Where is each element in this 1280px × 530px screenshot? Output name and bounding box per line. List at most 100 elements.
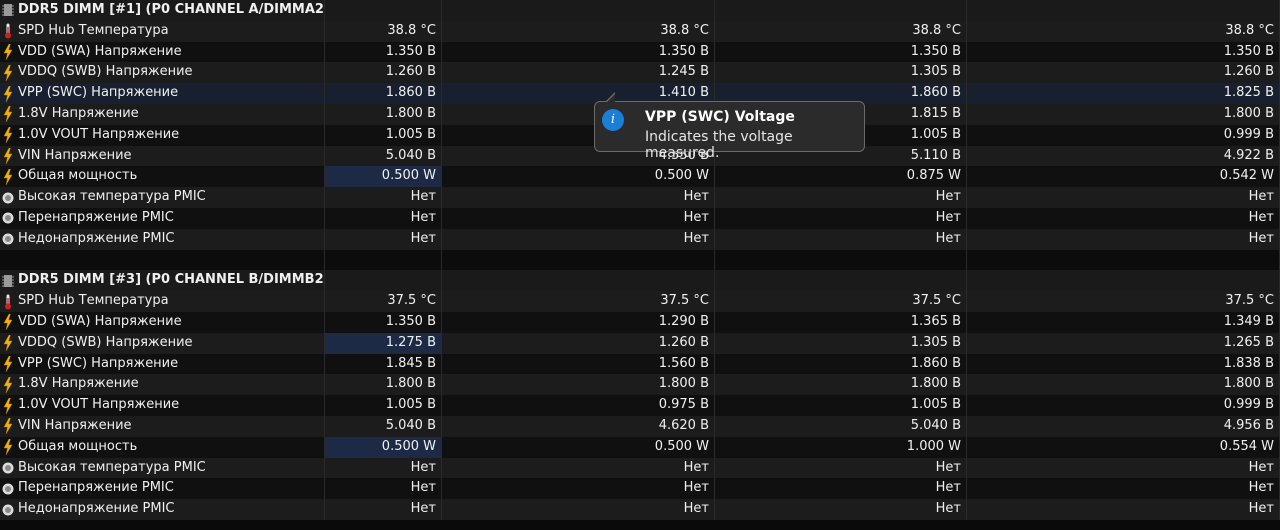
sensor-value: Нет xyxy=(325,478,442,500)
sensor-value: 1.560 В xyxy=(442,353,715,375)
sensor-label: Общая мощность xyxy=(18,438,138,454)
sensor-value: 38.8 °C xyxy=(325,20,442,42)
lightning-icon xyxy=(1,85,15,102)
header-cell xyxy=(715,270,967,292)
sensor-label: VPP (SWC) Напряжение xyxy=(18,85,179,101)
sensor-label: VPP (SWC) Напряжение xyxy=(18,355,179,371)
sensor-value: Нет xyxy=(967,207,1280,229)
sensor-value: 1.350 В xyxy=(325,311,442,333)
thermometer-icon xyxy=(1,294,15,310)
header-cell xyxy=(715,0,967,21)
sensor-value: Нет xyxy=(325,187,442,208)
sensor-label: VDDQ (SWB) Напряжение xyxy=(18,334,193,350)
sensor-value: Нет xyxy=(442,499,715,520)
section-title-cell: DDR5 DIMM [#3] (P0 CHANNEL B/DIMMB2) xyxy=(0,270,325,292)
sensor-row[interactable]: Высокая температура PMIC Нет Нет Нет Нет xyxy=(0,187,1280,208)
sensor-label: Высокая температура PMIC xyxy=(18,459,206,475)
sensor-label-cell: Высокая температура PMIC xyxy=(0,187,325,208)
sensor-row[interactable]: Перенапряжение PMIC Нет Нет Нет Нет xyxy=(0,478,1280,500)
header-cell xyxy=(967,270,1280,292)
section-spacer xyxy=(0,249,1280,271)
section-title-cell: DDR5 DIMM [#1] (P0 CHANNEL A/DIMMA2) xyxy=(0,0,325,21)
sensor-label: VDDQ (SWB) Напряжение xyxy=(18,64,193,80)
spacer-cell xyxy=(325,249,442,271)
sensor-row[interactable]: 1.0V VOUT Напряжение 1.005 В 0.975 В 1.005 … xyxy=(0,395,1280,416)
sensor-label: VIN Напряжение xyxy=(18,147,132,163)
lightning-icon xyxy=(1,106,15,123)
sensor-value: 0.500 W xyxy=(325,436,442,458)
sensor-value: Нет xyxy=(442,228,715,250)
sensor-value: Нет xyxy=(715,207,967,229)
sensor-value: 1.350 В xyxy=(715,41,967,63)
sensor-value: 5.040 В xyxy=(325,415,442,437)
sensor-value: 1.800 В xyxy=(715,374,967,396)
sensor-row[interactable]: VDD (SWA) Напряжение 1.350 В 1.290 В 1.365 … xyxy=(0,311,1280,333)
sensor-row[interactable]: Высокая температура PMIC Нет Нет Нет Нет xyxy=(0,457,1280,479)
sensor-label: 1.8V Напряжение xyxy=(18,105,139,121)
sensor-value: Нет xyxy=(967,457,1280,479)
sensor-row[interactable]: Общая мощность 0.500 W 0.500 W 1.000 W 0.554… xyxy=(0,436,1280,458)
status-circle-icon xyxy=(1,231,15,247)
sensor-label-cell: Общая мощность xyxy=(0,436,325,458)
sensor-row[interactable]: VIN Напряжение 5.040 В 4.620 В 5.040 В 4.956… xyxy=(0,415,1280,437)
sensor-value: 1.245 В xyxy=(442,62,715,84)
sensor-value: 1.350 В xyxy=(967,41,1280,63)
sensor-label-cell: VDDQ (SWB) Напряжение xyxy=(0,62,325,84)
spacer-cell xyxy=(715,249,967,271)
sensor-label-cell: SPD Hub Температура xyxy=(0,291,325,312)
sensor-row[interactable]: Недонапряжение PMIC Нет Нет Нет Нет xyxy=(0,228,1280,250)
tooltip-title: VPP (SWC) Voltage xyxy=(645,109,795,125)
sensor-value: 4.922 В xyxy=(967,145,1280,167)
sensor-label-cell: Перенапряжение PMIC xyxy=(0,207,325,229)
sensor-label: Перенапряжение PMIC xyxy=(18,480,174,496)
sensor-value: 1.350 В xyxy=(442,41,715,63)
lightning-icon xyxy=(1,127,15,144)
sensor-label: 1.8V Напряжение xyxy=(18,376,139,392)
status-circle-icon xyxy=(1,460,15,476)
sensor-label-cell: 1.0V VOUT Напряжение xyxy=(0,395,325,416)
sensor-value: Нет xyxy=(325,499,442,520)
section-header[interactable]: DDR5 DIMM [#1] (P0 CHANNEL A/DIMMA2) xyxy=(0,0,1280,21)
sensor-label-cell: 1.0V VOUT Напряжение xyxy=(0,124,325,146)
sensor-row[interactable]: SPD Hub Температура 38.8 °C 38.8 °C 38.8 °C… xyxy=(0,20,1280,42)
sensor-label-cell: VIN Напряжение xyxy=(0,145,325,167)
sensor-row[interactable]: VPP (SWC) Напряжение 1.845 В 1.560 В 1.860 … xyxy=(0,353,1280,375)
sensor-row[interactable]: Перенапряжение PMIC Нет Нет Нет Нет xyxy=(0,207,1280,229)
sensor-value: 37.5 °C xyxy=(715,291,967,312)
sensor-value: 1.860 В xyxy=(325,83,442,104)
sensor-value: Нет xyxy=(715,187,967,208)
lightning-icon xyxy=(1,64,15,81)
sensor-value: 1.800 В xyxy=(967,103,1280,125)
spacer-cell xyxy=(0,249,325,271)
sensor-label-cell: Недонапряжение PMIC xyxy=(0,499,325,520)
sensor-label: 1.0V VOUT Напряжение xyxy=(18,397,180,413)
tooltip-text: Indicates the voltage measured. xyxy=(645,129,793,161)
sensor-row[interactable]: SPD Hub Температура 37.5 °C 37.5 °C 37.5 °C… xyxy=(0,291,1280,312)
header-cell xyxy=(967,0,1280,21)
memory-chip-icon xyxy=(1,273,15,289)
sensor-label: SPD Hub Температура xyxy=(18,22,169,38)
sensor-value: 38.8 °C xyxy=(967,20,1280,42)
sensor-value: 1.005 В xyxy=(715,395,967,416)
sensor-row[interactable]: Общая мощность 0.500 W 0.500 W 0.875 W 0.542… xyxy=(0,166,1280,188)
sensor-value: 37.5 °C xyxy=(442,291,715,312)
sensor-value: 1.350 В xyxy=(325,41,442,63)
section-header[interactable]: DDR5 DIMM [#3] (P0 CHANNEL B/DIMMB2) xyxy=(0,270,1280,292)
sensor-row[interactable]: VDD (SWA) Напряжение 1.350 В 1.350 В 1.350 … xyxy=(0,41,1280,63)
sensor-value: Нет xyxy=(715,478,967,500)
sensor-label: 1.0V VOUT Напряжение xyxy=(18,126,180,142)
status-circle-icon xyxy=(1,210,15,226)
sensor-label-cell: VDD (SWA) Напряжение xyxy=(0,41,325,63)
sensor-value: 1.825 В xyxy=(967,83,1280,104)
sensor-row[interactable]: 1.8V Напряжение 1.800 В 1.800 В 1.800 В 1.80… xyxy=(0,374,1280,396)
sensor-value: 1.305 В xyxy=(715,62,967,84)
sensor-value: 5.040 В xyxy=(325,145,442,167)
sensor-row[interactable]: VDDQ (SWB) Напряжение 1.275 В 1.260 В 1.305… xyxy=(0,332,1280,354)
sensor-value: 37.5 °C xyxy=(967,291,1280,312)
sensor-row[interactable]: VDDQ (SWB) Напряжение 1.260 В 1.245 В 1.305… xyxy=(0,62,1280,84)
sensor-value: Нет xyxy=(967,187,1280,208)
sensor-value: 1.260 В xyxy=(442,332,715,354)
sensor-value: Нет xyxy=(325,228,442,250)
sensor-row[interactable]: Недонапряжение PMIC Нет Нет Нет Нет xyxy=(0,499,1280,520)
lightning-icon xyxy=(1,314,15,331)
